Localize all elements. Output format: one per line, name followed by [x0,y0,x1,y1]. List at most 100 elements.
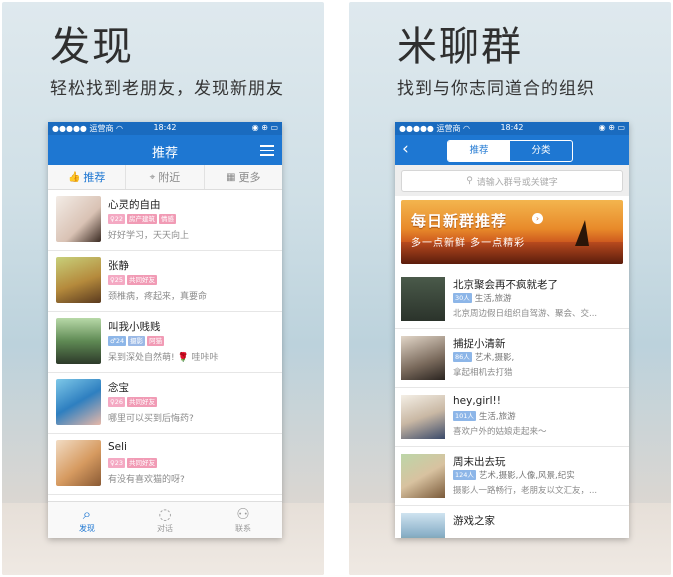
tab-label: 联系 [235,524,251,533]
group-tags: 艺术,摄影,人像,风景,纪实 [478,471,575,481]
group-meta: 101人 生活,旅游 [453,410,516,422]
group-thumbnail [401,277,445,321]
location-pin-icon: ⌖ [149,171,156,183]
subtab-more[interactable]: ▦ 更多 [205,165,282,189]
member-count-badge: 101人 [453,411,476,421]
age-badge: ♀26 [108,397,126,407]
avatar [56,440,101,486]
phone-screen: ●●●●● 运营商 ◠ 18:42 ◉ ⊕ ▭ ‹ 推荐 分类 ⚲ 请输入群号或… [395,122,629,538]
sub-tabs: 👍 推荐 ⌖ 附近 ▦ 更多 [48,165,282,190]
clock: 18:42 [500,123,524,132]
group-row[interactable]: 捕捉小清新 86人 艺术,摄影, 拿起相机去打猎 [395,329,629,388]
tag-badge: 情感 [159,214,177,224]
group-row[interactable]: hey,girl!! 101人 生活,旅游 喜欢户外的姑娘走起来～ [395,388,629,447]
nav-title: 推荐 [151,146,178,161]
nav-bar: 推荐 [48,135,282,165]
avatar [56,379,101,425]
status-icons: ◉ ⊕ ▭ [598,123,625,132]
tag-badge: 阿猫 [147,336,165,346]
group-name: 游戏之家 [453,515,495,527]
tab-contacts[interactable]: ⚇ 联系 [204,502,282,538]
clock: 18:42 [153,123,177,132]
group-name: 北京聚会再不疯就老了 [453,279,558,291]
friend-row[interactable]: 叫我小贱贱 ♂24 摄影 阿猫 呆到深处自然萌! 🌹 哇咔咔 [48,312,282,373]
subtab-recommend[interactable]: 👍 推荐 [48,165,127,189]
subtab-label: 更多 [238,171,261,184]
friend-name: 念宝 [108,382,129,394]
friend-signature: 好好学习，天天向上 [108,231,190,241]
subtab-label: 推荐 [83,171,106,184]
segment-category[interactable]: 分类 [510,141,572,161]
badge-row: ♀23 共同好友 [108,458,158,468]
grid-icon: ▦ [226,171,236,183]
friend-signature: 有没有喜欢猫的呀? [108,475,185,485]
badge-row: ♀26 共同好友 [108,397,158,407]
chat-icon: ◌ [158,505,172,523]
member-count-badge: 124人 [453,470,476,480]
age-badge: ♀22 [108,214,126,224]
subtab-label: 附近 [158,171,181,184]
status-bar: ●●●●● 运营商 ◠ 18:42 ◉ ⊕ ▭ [48,122,282,135]
badge-row: ♂24 摄影 阿猫 [108,336,165,346]
group-thumbnail [401,336,445,380]
friend-row[interactable]: 张静 ♀25 共同好友 颈椎病，疼起来，真要命 [48,251,282,312]
group-thumbnail [401,513,445,538]
tag-badge: 共同好友 [127,275,158,285]
group-name: 捕捉小清新 [453,338,506,350]
segmented-control: 推荐 分类 [447,140,573,162]
nav-bar: ‹ 推荐 分类 [395,135,629,165]
status-bar: ●●●●● 运营商 ◠ 18:42 ◉ ⊕ ▭ [395,122,629,135]
back-arrow-icon[interactable]: ‹ [402,139,409,159]
panel-title: 发现 [50,24,134,70]
panel-subtitle: 找到与你志同道合的组织 [397,79,595,99]
tag-badge: 摄影 [128,336,146,346]
search-placeholder: 请输入群号或关键字 [476,177,558,188]
tag-badge: 共同好友 [127,397,158,407]
age-badge: ♀25 [108,275,126,285]
tab-discover[interactable]: ⌕ 发现 [48,502,126,538]
friend-name: 张静 [108,260,129,272]
friend-row[interactable]: 念宝 ♀26 共同好友 哪里可以买到后悔药? [48,373,282,434]
age-badge: ♂24 [108,336,127,346]
badge-row: ♀25 共同好友 [108,275,158,285]
friend-name: Seli [108,441,127,453]
friend-signature: 颈椎病，疼起来，真要命 [108,292,208,302]
friend-name: 心灵的自由 [108,199,161,211]
group-tags: 生活,旅游 [478,412,516,422]
tab-chat[interactable]: ◌ 对话 [126,502,204,538]
tab-bar: ⌕ 发现 ◌ 对话 ⚇ 联系 [48,501,282,538]
avatar [56,257,101,303]
panel-subtitle: 轻松找到老朋友，发现新朋友 [50,79,284,99]
group-description: 北京周边假日组织自驾游、聚会、交... [453,309,598,319]
group-name: hey,girl!! [453,395,501,407]
chevron-right-icon: › [532,213,543,224]
tab-label: 对话 [157,524,173,533]
member-count-badge: 30人 [453,293,472,303]
discover-panel: 发现 轻松找到老朋友，发现新朋友 ●●●●● 运营商 ◠ 18:42 ◉ ⊕ ▭… [2,2,324,575]
group-tags: 艺术,摄影, [474,353,515,363]
subtab-nearby[interactable]: ⌖ 附近 [126,165,205,189]
badge-row: ♀22 房产建筑 情感 [108,214,177,224]
search-input[interactable]: ⚲ 请输入群号或关键字 [401,170,623,192]
group-row[interactable]: 北京聚会再不疯就老了 30人 生活,旅游 北京周边假日组织自驾游、聚会、交... [395,270,629,329]
group-thumbnail [401,454,445,498]
groups-panel: 米聊群 找到与你志同道合的组织 ●●●●● 运营商 ◠ 18:42 ◉ ⊕ ▭ … [349,2,671,575]
group-row[interactable]: 游戏之家 [395,506,629,538]
discover-icon: ⌕ [82,505,92,523]
promo-banner[interactable]: 每日新群推荐 › 多一点新鲜 多一点精彩 [401,200,623,264]
friend-row[interactable]: Seli ♀23 共同好友 有没有喜欢猫的呀? [48,434,282,495]
tag-badge: 房产建筑 [127,214,158,224]
search-icon: ⚲ [466,176,473,186]
avatar [56,318,101,364]
menu-icon[interactable] [260,145,274,156]
group-description: 喜欢户外的姑娘走起来～ [453,427,547,437]
sailboat-graphic [575,220,589,246]
group-row[interactable]: 周末出去玩 124人 艺术,摄影,人像,风景,纪实 摄影人一路畅行，老朋友以文汇… [395,447,629,506]
banner-title: 每日新群推荐 [411,212,508,230]
friend-row[interactable]: 心灵的自由 ♀22 房产建筑 情感 好好学习，天天向上 [48,190,282,251]
group-meta: 86人 艺术,摄影, [453,351,514,363]
panel-title: 米聊群 [397,24,523,70]
thumbs-up-icon: 👍 [67,171,81,183]
contacts-icon: ⚇ [236,505,250,523]
segment-recommend[interactable]: 推荐 [448,141,510,161]
